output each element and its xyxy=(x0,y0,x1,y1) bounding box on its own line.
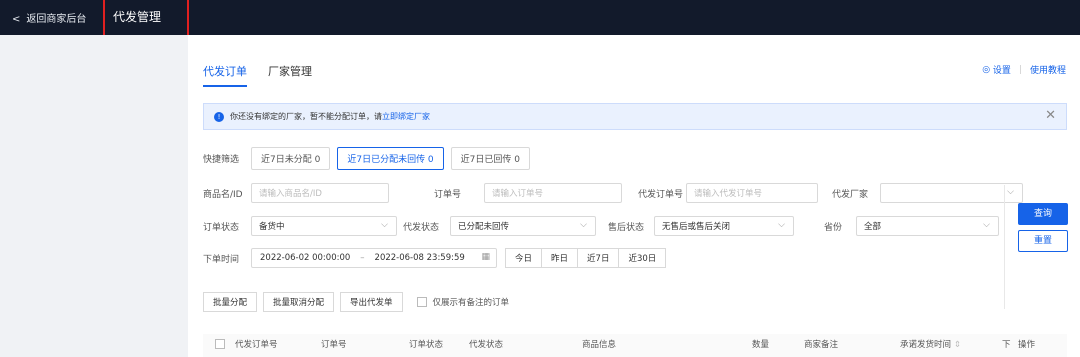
table-header: 代发订单号 订单号 订单状态 代发状态 商品信息 数量 商家备注 承诺发货时间 ⇕… xyxy=(203,334,1067,357)
range-separator: – xyxy=(360,253,365,263)
only-remark-checkbox[interactable]: 仅展示有备注的订单 xyxy=(416,296,510,308)
chevron-down-icon: ⌵ xyxy=(381,220,388,230)
date-end: 2022-06-08 23:59:59 xyxy=(374,253,465,263)
th-actions: 操作 xyxy=(1018,340,1036,350)
chevron-down-icon: ⌵ xyxy=(1007,187,1014,197)
dropship-status-select[interactable]: 已分配未回传 ⌵ xyxy=(450,216,596,236)
th-product-info: 商品信息 xyxy=(582,340,617,350)
th-promised-ship-time-label: 承诺发货时间 xyxy=(900,340,952,350)
back-label: 返回商家后台 xyxy=(26,14,87,25)
date-today-button[interactable]: 今日 xyxy=(505,248,543,268)
settings-icon: ◎ xyxy=(982,64,991,75)
date-30days-button[interactable]: 近30日 xyxy=(619,248,667,268)
chevron-down-icon: ⌵ xyxy=(580,220,587,230)
top-links: ◎ 设置 | 使用教程 xyxy=(982,63,1066,77)
th-dropship-order: 代发订单号 xyxy=(235,340,278,350)
checkbox-box xyxy=(416,297,427,307)
only-remark-label: 仅展示有备注的订单 xyxy=(432,298,510,308)
order-status-label: 订单状态 xyxy=(203,222,240,233)
product-label: 商品名/ID xyxy=(203,189,243,200)
sidebar xyxy=(0,35,188,357)
chevron-down-icon: ⌵ xyxy=(983,220,990,230)
dropship-order-input[interactable]: 请输入代发订单号 xyxy=(686,183,818,203)
date-start: 2022-06-02 00:00:00 xyxy=(260,253,351,263)
top-bar: < 返回商家后台 代发管理 xyxy=(0,0,1080,35)
quick-filter-returned[interactable]: 近7日已回传 0 xyxy=(450,147,530,170)
th-promised-ship-time[interactable]: 承诺发货时间 ⇕ xyxy=(900,338,961,350)
province-select[interactable]: 全部 ⌵ xyxy=(856,216,999,236)
tutorial-link[interactable]: 使用教程 xyxy=(1030,63,1066,76)
settings-link[interactable]: 设置 xyxy=(993,63,1011,76)
action-bar: 批量分配 批量取消分配 导出代发单 仅展示有备注的订单 xyxy=(203,292,509,312)
select-all-checkbox[interactable] xyxy=(215,339,231,352)
info-icon: ! xyxy=(214,111,224,122)
batch-cancel-button[interactable]: 批量取消分配 xyxy=(263,292,335,312)
filter-row-3: 下单时间 2022-06-02 00:00:00 – 2022-06-08 23… xyxy=(203,248,667,268)
dropship-order-label: 代发订单号 xyxy=(638,189,684,200)
date-7days-button[interactable]: 近7日 xyxy=(578,248,620,268)
th-order-status: 订单状态 xyxy=(409,340,444,350)
aftersale-label: 售后状态 xyxy=(608,222,645,233)
order-status-value: 备货中 xyxy=(259,222,285,232)
order-no-input[interactable]: 请输入订单号 xyxy=(484,183,622,203)
main-panel: 代发订单 厂家管理 ◎ 设置 | 使用教程 ! 你还没有绑定的厂家，暂不能分配订… xyxy=(188,35,1080,357)
th-order-no: 订单号 xyxy=(321,340,347,350)
quick-filter-label: 快捷筛选 xyxy=(203,155,240,165)
factory-label: 代发厂家 xyxy=(832,189,869,200)
sort-icon: ⇕ xyxy=(954,340,962,350)
time-label: 下单时间 xyxy=(203,254,240,265)
province-value: 全部 xyxy=(864,222,882,232)
dropship-status-label: 代发状态 xyxy=(403,222,440,233)
th-dropship-status: 代发状态 xyxy=(469,340,504,350)
page-title: 代发管理 xyxy=(113,10,162,24)
tab-factory-management[interactable]: 厂家管理 xyxy=(268,63,312,87)
bind-factory-link[interactable]: 立即绑定厂家 xyxy=(382,111,430,122)
factory-select[interactable]: ⌵ xyxy=(880,183,1023,203)
product-input[interactable]: 请输入商品名/ID xyxy=(251,183,389,203)
dropship-status-value: 已分配未回传 xyxy=(458,222,510,232)
batch-assign-button[interactable]: 批量分配 xyxy=(203,292,258,312)
divider xyxy=(1004,185,1005,309)
query-button[interactable]: 查询 xyxy=(1018,203,1068,225)
chevron-down-icon: ⌵ xyxy=(778,220,785,230)
chevron-left-icon: < xyxy=(12,14,21,25)
tab-dropship-orders[interactable]: 代发订单 xyxy=(203,63,247,87)
quick-filter: 快捷筛选 近7日未分配 0 近7日已分配未回传 0 近7日已回传 0 xyxy=(203,147,537,170)
filter-row-1: 商品名/ID 请输入商品名/ID 订单号 请输入订单号 代发订单号 请输入代发订… xyxy=(203,183,1023,203)
calendar-icon: ▦ xyxy=(481,252,490,262)
date-range-picker[interactable]: 2022-06-02 00:00:00 – 2022-06-08 23:59:5… xyxy=(251,248,497,268)
quick-filter-unassigned[interactable]: 近7日未分配 0 xyxy=(251,147,331,170)
close-icon[interactable]: ✕ xyxy=(1045,108,1056,123)
aftersale-select[interactable]: 无售后或售后关闭 ⌵ xyxy=(654,216,794,236)
filter-row-2: 订单状态 备货中 ⌵ 代发状态 已分配未回传 ⌵ 售后状态 无售后或售后关闭 ⌵ 省份… xyxy=(203,216,999,236)
reset-button[interactable]: 重置 xyxy=(1018,230,1068,252)
divider: | xyxy=(1018,64,1022,75)
order-status-select[interactable]: 备货中 ⌵ xyxy=(251,216,397,236)
checkbox-box xyxy=(215,339,225,349)
export-button[interactable]: 导出代发单 xyxy=(340,292,403,312)
tabs: 代发订单 厂家管理 xyxy=(203,63,333,87)
quick-filter-assigned-not-returned[interactable]: 近7日已分配未回传 0 xyxy=(337,147,444,170)
th-quantity: 数量 xyxy=(752,340,770,350)
back-link[interactable]: < 返回商家后台 xyxy=(12,10,86,25)
th-merchant-remark: 商家备注 xyxy=(804,340,839,350)
notice-text: 你还没有绑定的厂家，暂不能分配订单，请 xyxy=(230,112,382,121)
notice-bar: ! 你还没有绑定的厂家，暂不能分配订单，请 立即绑定厂家 ✕ xyxy=(203,103,1067,130)
aftersale-value: 无售后或售后关闭 xyxy=(662,222,731,232)
th-truncated: 下 xyxy=(1002,340,1011,350)
date-yesterday-button[interactable]: 昨日 xyxy=(542,248,579,268)
date-shortcuts: 今日 昨日 近7日 近30日 xyxy=(505,248,667,268)
order-no-label: 订单号 xyxy=(434,189,462,200)
province-label: 省份 xyxy=(824,222,843,233)
